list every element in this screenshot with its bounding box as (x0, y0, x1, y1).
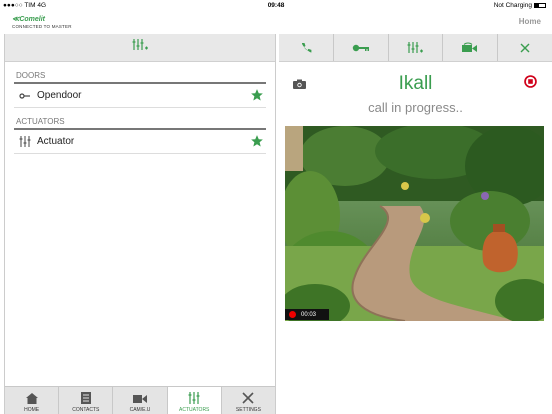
nav-cam-eu[interactable]: CAM/E.U (113, 387, 168, 414)
call-toolbar (279, 34, 552, 62)
record-dot-icon (289, 311, 296, 318)
tools-icon (242, 392, 254, 404)
stop-icon (524, 75, 537, 88)
brand-logo: ≪Comelit (12, 16, 45, 23)
call-status: call in progress.. (368, 100, 463, 115)
section-title-doors: DOORS (16, 71, 46, 80)
list-item-opendoor[interactable]: Opendoor (14, 84, 266, 108)
caller-name: Ikall (398, 73, 433, 94)
nav-home[interactable]: HOME (5, 387, 60, 414)
sliders-icon (18, 136, 32, 147)
item-label: Actuator (37, 136, 75, 147)
actuators-button[interactable] (389, 34, 444, 61)
left-toolbar (5, 34, 275, 62)
add-actuator-button[interactable] (131, 38, 149, 57)
favorite-star-icon[interactable] (250, 134, 264, 151)
nav-settings[interactable]: SETTINGS (222, 387, 275, 414)
camera-switch-icon (462, 42, 478, 52)
timer-text: 00:03 (301, 311, 317, 318)
app-header: ≪Comelit CONNECTED TO MASTER Home (0, 12, 552, 34)
status-bar: ●●●○○ TIM 4G 09:48 Not Charging (0, 0, 552, 12)
camera-icon (133, 395, 147, 403)
home-icon (25, 393, 38, 404)
garden-video-image (285, 126, 544, 321)
nav-contacts[interactable]: CONTACTS (59, 387, 114, 414)
contacts-icon (80, 392, 91, 404)
hang-up-button[interactable] (498, 34, 552, 61)
recording-timer: 00:03 (285, 309, 329, 320)
video-feed (285, 126, 544, 321)
switch-camera-button[interactable] (443, 34, 499, 61)
bottom-nav: HOME CONTACTS CAM/E.U ACTUATORS SETTINGS (5, 386, 275, 414)
sliders-add-icon (407, 41, 424, 53)
actuators-panel: DOORS Opendoor ACTUATORS Actuator HOME C… (4, 34, 276, 414)
clock: 09:48 (267, 2, 285, 9)
stop-recording-button[interactable] (524, 75, 537, 93)
close-icon (520, 43, 530, 52)
open-door-button[interactable] (334, 34, 389, 61)
item-label: Opendoor (37, 90, 82, 101)
key-icon (18, 92, 32, 100)
battery-icon (534, 2, 546, 8)
sliders-icon (188, 392, 200, 404)
sliders-add-icon (132, 39, 148, 50)
list-item-actuator[interactable]: Actuator (14, 130, 266, 154)
nav-actuators[interactable]: ACTUATORS (167, 387, 222, 414)
connection-subtitle: CONNECTED TO MASTER (12, 24, 72, 29)
phone-icon (301, 42, 312, 53)
favorite-star-icon[interactable] (250, 88, 264, 105)
call-panel: Ikall call in progress.. 00:03 (279, 34, 552, 414)
battery-status: Not Charging (494, 2, 546, 9)
key-icon (352, 44, 369, 51)
home-link[interactable]: Home (519, 17, 541, 26)
answer-call-button[interactable] (279, 34, 334, 61)
section-title-actuators: ACTUATORS (16, 117, 65, 126)
